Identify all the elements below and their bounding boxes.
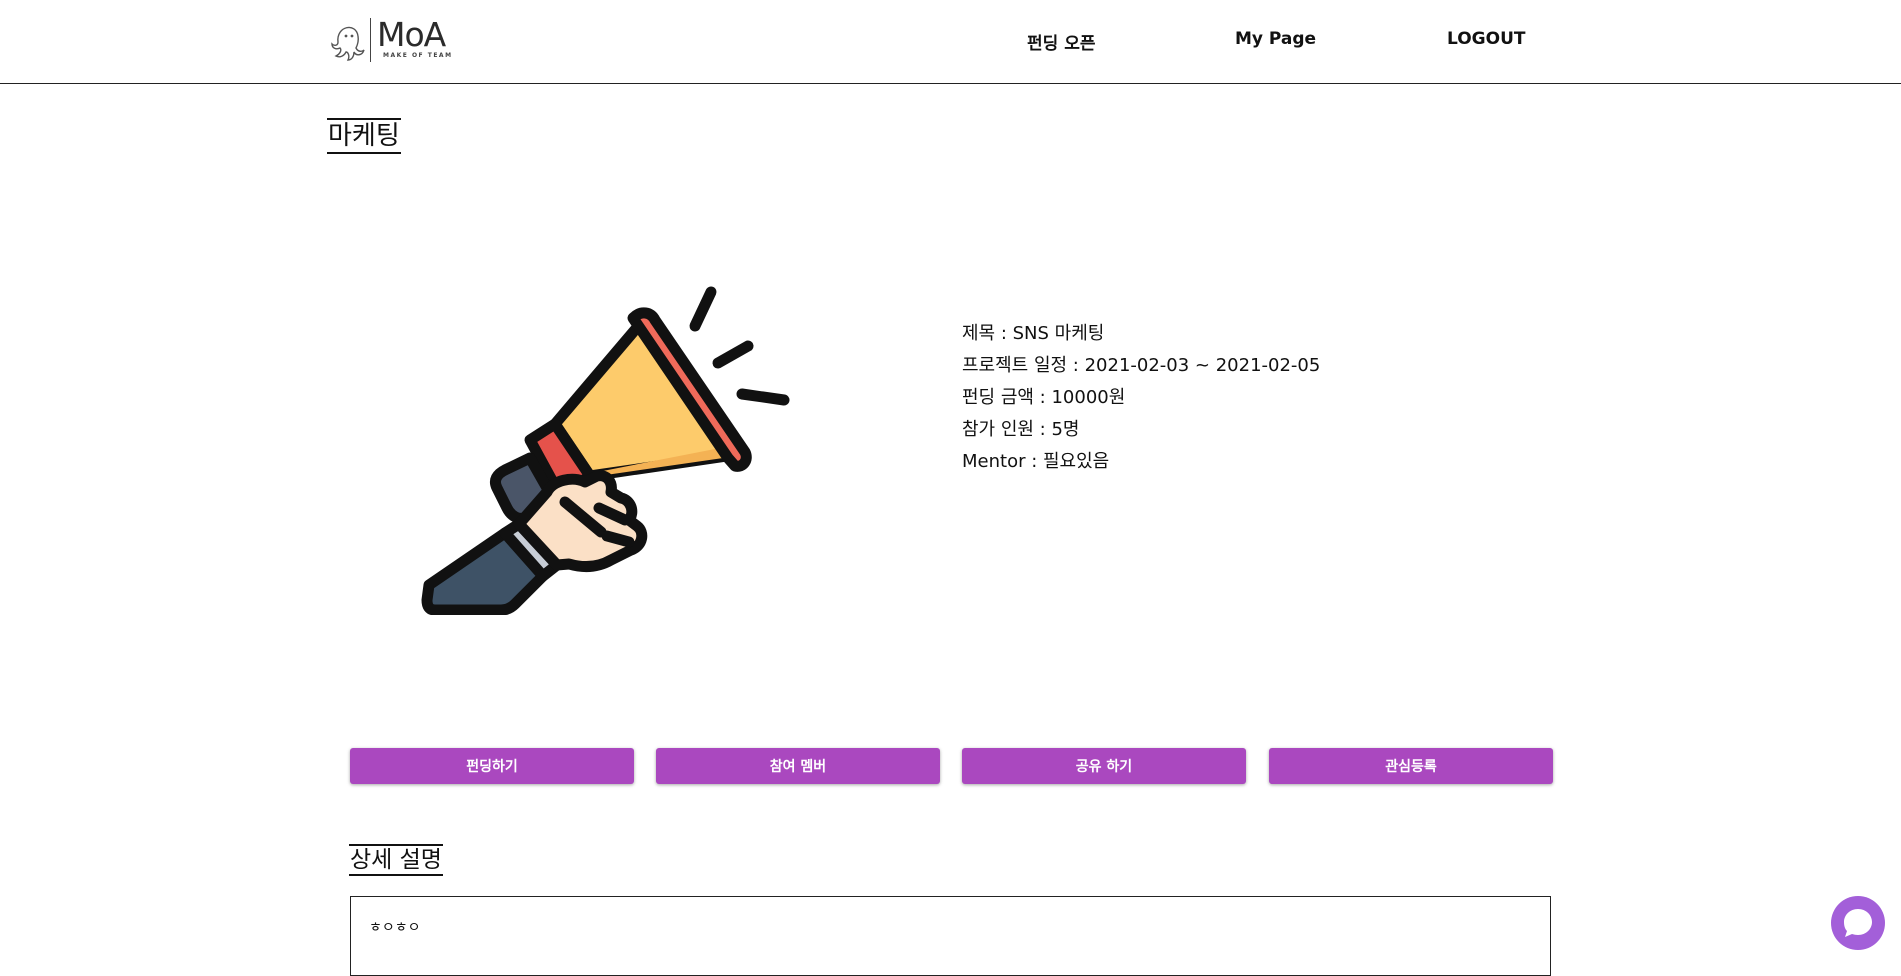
nav-my-page[interactable]: My Page bbox=[1235, 29, 1316, 49]
detail-description-text: ㅎㅇㅎㅇ bbox=[369, 920, 421, 936]
detail-heading: 상세 설명 bbox=[349, 844, 443, 876]
fund-button[interactable]: 펀딩하기 bbox=[350, 748, 634, 784]
project-info: 제목 : SNS 마케팅 프로젝트 일정 : 2021-02-03 ~ 2021… bbox=[962, 318, 1320, 478]
logo-subtitle: MAKE OF TEAM bbox=[383, 52, 453, 59]
detail-description-box: ㅎㅇㅎㅇ bbox=[350, 896, 1551, 976]
megaphone-hand-icon bbox=[421, 286, 790, 616]
megaphone-illustration bbox=[415, 280, 800, 616]
category-title: 마케팅 bbox=[327, 118, 401, 154]
mentor-status: Mentor : 필요있음 bbox=[962, 451, 1110, 472]
members-button[interactable]: 참여 멤버 bbox=[656, 748, 940, 784]
project-schedule: 프로젝트 일정 : 2021-02-03 ~ 2021-02-05 bbox=[962, 355, 1321, 376]
nav-logout[interactable]: LOGOUT bbox=[1447, 29, 1525, 49]
bookmark-button[interactable]: 관심등록 bbox=[1269, 748, 1553, 784]
moa-logo[interactable]: MoA MAKE OF TEAM bbox=[330, 16, 456, 66]
logo-divider bbox=[370, 18, 371, 62]
funding-amount: 펀딩 금액 : 10000원 bbox=[962, 387, 1126, 408]
chat-bubble-icon bbox=[1844, 909, 1872, 937]
top-header: MoA MAKE OF TEAM 펀딩 오픈 My Page LOGOUT bbox=[0, 0, 1901, 84]
ghost-octopus-logo-icon bbox=[331, 26, 365, 61]
project-title: 제목 : SNS 마케팅 bbox=[962, 323, 1105, 344]
logo-text: MoA bbox=[377, 15, 446, 54]
nav-funding-open[interactable]: 펀딩 오픈 bbox=[1027, 29, 1095, 54]
share-button[interactable]: 공유 하기 bbox=[962, 748, 1246, 784]
participant-count: 참가 인원 : 5명 bbox=[962, 419, 1080, 440]
chat-button[interactable] bbox=[1831, 896, 1885, 950]
